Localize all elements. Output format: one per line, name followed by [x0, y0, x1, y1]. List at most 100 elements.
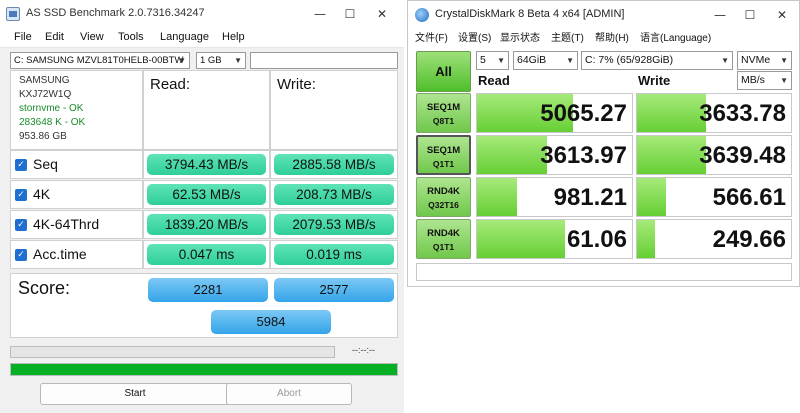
- cdm-titlebar[interactable]: CrystalDiskMark 8 Beta 4 x64 [ADMIN] — ☐…: [408, 1, 799, 29]
- score-read: 2281: [148, 278, 268, 302]
- elapsed-time: --:--:--: [352, 345, 375, 355]
- acc-read-cell: 0.047 ms: [143, 240, 270, 269]
- drive-value: C: 7% (65/928GiB): [585, 54, 674, 66]
- menu-theme[interactable]: 主题(T): [551, 29, 584, 44]
- test-button-rnd4k-q32t16[interactable]: RND4K Q32T16: [416, 177, 471, 217]
- maximize-button[interactable]: ☐: [340, 4, 360, 24]
- seq1m-q8t1-read-cell: 5065.27: [476, 93, 633, 133]
- result-bar: [637, 136, 707, 174]
- count-value: 5: [480, 54, 486, 66]
- chevron-down-icon: ▼: [721, 56, 729, 65]
- as-ssd-titlebar[interactable]: AS SSD Benchmark 2.0.7316.34247 — ☐ ✕: [0, 0, 404, 28]
- rnd4k-q1t1-read-cell: 61.06: [476, 219, 633, 259]
- test-params: Q32T16: [428, 200, 459, 210]
- row-acc-time[interactable]: ✓ Acc.time: [10, 240, 143, 269]
- chevron-down-icon: ▼: [780, 76, 788, 85]
- maximize-button[interactable]: ☐: [740, 5, 760, 25]
- unit-value: MB/s: [741, 74, 765, 86]
- menu-file[interactable]: 文件(F): [415, 29, 448, 44]
- size-value: 64GiB: [517, 54, 547, 66]
- menu-edit[interactable]: Edit: [45, 31, 64, 43]
- write-header-label: Write:: [277, 76, 316, 93]
- write-header: Write: [638, 73, 671, 88]
- menu-display-status[interactable]: 显示状态: [500, 29, 540, 44]
- acc-write-cell: 0.019 ms: [270, 240, 398, 269]
- 4k64-read-value: 1839.20 MB/s: [147, 214, 266, 235]
- as-ssd-app-icon: [6, 7, 20, 21]
- row-4k[interactable]: ✓ 4K: [10, 180, 143, 209]
- all-button[interactable]: All: [416, 51, 471, 92]
- chevron-down-icon: ▼: [234, 56, 242, 65]
- mode-select[interactable]: NVMe ▼: [737, 51, 792, 70]
- 4k-read-cell: 62.53 MB/s: [143, 180, 270, 209]
- test-button-rnd4k-q1t1[interactable]: RND4K Q1T1: [416, 219, 471, 259]
- read-header: Read: [478, 73, 510, 88]
- test-button-seq1m-q8t1[interactable]: SEQ1M Q8T1: [416, 93, 471, 133]
- chevron-down-icon: ▼: [178, 56, 186, 65]
- abort-button[interactable]: Abort: [226, 383, 352, 405]
- cdm-menu-bar: 文件(F) 设置(S) 显示状态 主题(T) 帮助(H) 语言(Language…: [408, 28, 799, 44]
- rnd4k-q32t16-write-cell: 566.61: [636, 177, 792, 217]
- checkbox-icon[interactable]: ✓: [15, 159, 27, 171]
- task-progress-bar: [10, 346, 335, 358]
- result-bar: [637, 178, 667, 216]
- result-value: 3633.78: [699, 100, 786, 127]
- menu-language[interactable]: Language: [160, 31, 209, 43]
- menu-settings[interactable]: 设置(S): [458, 29, 491, 44]
- window-title: AS SSD Benchmark 2.0.7316.34247: [26, 7, 205, 19]
- test-button-seq1m-q1t1[interactable]: SEQ1M Q1T1: [416, 135, 471, 175]
- test-params: Q1T1: [432, 159, 455, 169]
- seq-write-cell: 2885.58 MB/s: [270, 150, 398, 179]
- result-value: 3613.97: [540, 142, 627, 169]
- row-label: Seq: [33, 156, 58, 172]
- write-header: Write:: [270, 70, 398, 150]
- count-select[interactable]: 5 ▼: [476, 51, 509, 70]
- close-button[interactable]: ✕: [772, 5, 792, 25]
- checkbox-icon[interactable]: ✓: [15, 219, 27, 231]
- seq-read-value: 3794.43 MB/s: [147, 154, 266, 175]
- checkbox-icon[interactable]: ✓: [15, 249, 27, 261]
- close-button[interactable]: ✕: [372, 4, 392, 24]
- drive-select[interactable]: C: 7% (65/928GiB) ▼: [581, 51, 733, 70]
- comment-field[interactable]: [416, 263, 792, 281]
- result-bar: [477, 220, 566, 258]
- menu-file[interactable]: File: [14, 31, 32, 43]
- result-value: 981.21: [553, 184, 627, 211]
- menu-help[interactable]: 帮助(H): [595, 29, 629, 44]
- checkbox-icon[interactable]: ✓: [15, 189, 27, 201]
- cdm-app-icon: [415, 8, 429, 22]
- unit-select[interactable]: MB/s ▼: [737, 71, 792, 90]
- mode-value: NVMe: [741, 54, 771, 66]
- menu-help[interactable]: Help: [222, 31, 245, 43]
- minimize-button[interactable]: —: [310, 4, 330, 24]
- 4k-read-value: 62.53 MB/s: [147, 184, 266, 205]
- size-select[interactable]: 64GiB ▼: [513, 51, 578, 70]
- result-value: 5065.27: [540, 100, 627, 127]
- test-params: Q1T1: [432, 242, 455, 252]
- row-4k-64thrd[interactable]: ✓ 4K-64Thrd: [10, 210, 143, 239]
- drive-select[interactable]: C: SAMSUNG MZVL81T0HELB-00BTW ▼: [10, 52, 190, 69]
- row-seq[interactable]: ✓ Seq: [10, 150, 143, 179]
- read-header: Read:: [143, 70, 270, 150]
- result-value: 61.06: [566, 226, 627, 253]
- chevron-down-icon: ▼: [780, 56, 788, 65]
- result-bar: [637, 94, 707, 132]
- start-button[interactable]: Start: [40, 383, 230, 405]
- result-bar: [637, 220, 656, 258]
- menu-language[interactable]: 语言(Language): [640, 29, 711, 44]
- 4k-write-value: 208.73 MB/s: [274, 184, 394, 205]
- read-header-label: Read:: [150, 76, 191, 93]
- 4k-write-cell: 208.73 MB/s: [270, 180, 398, 209]
- result-value: 566.61: [712, 184, 786, 211]
- size-select[interactable]: 1 GB ▼: [196, 52, 246, 69]
- seq-read-cell: 3794.43 MB/s: [143, 150, 270, 179]
- menu-view[interactable]: View: [80, 31, 104, 43]
- result-bar: [477, 136, 547, 174]
- menu-tools[interactable]: Tools: [118, 31, 144, 43]
- blank-field: [250, 52, 398, 69]
- minimize-button[interactable]: —: [710, 5, 730, 25]
- row-label: 4K-64Thrd: [33, 216, 100, 232]
- test-name: SEQ1M: [426, 102, 461, 113]
- drive-capacity: 953.86 GB: [19, 131, 67, 142]
- rnd4k-q32t16-read-cell: 981.21: [476, 177, 633, 217]
